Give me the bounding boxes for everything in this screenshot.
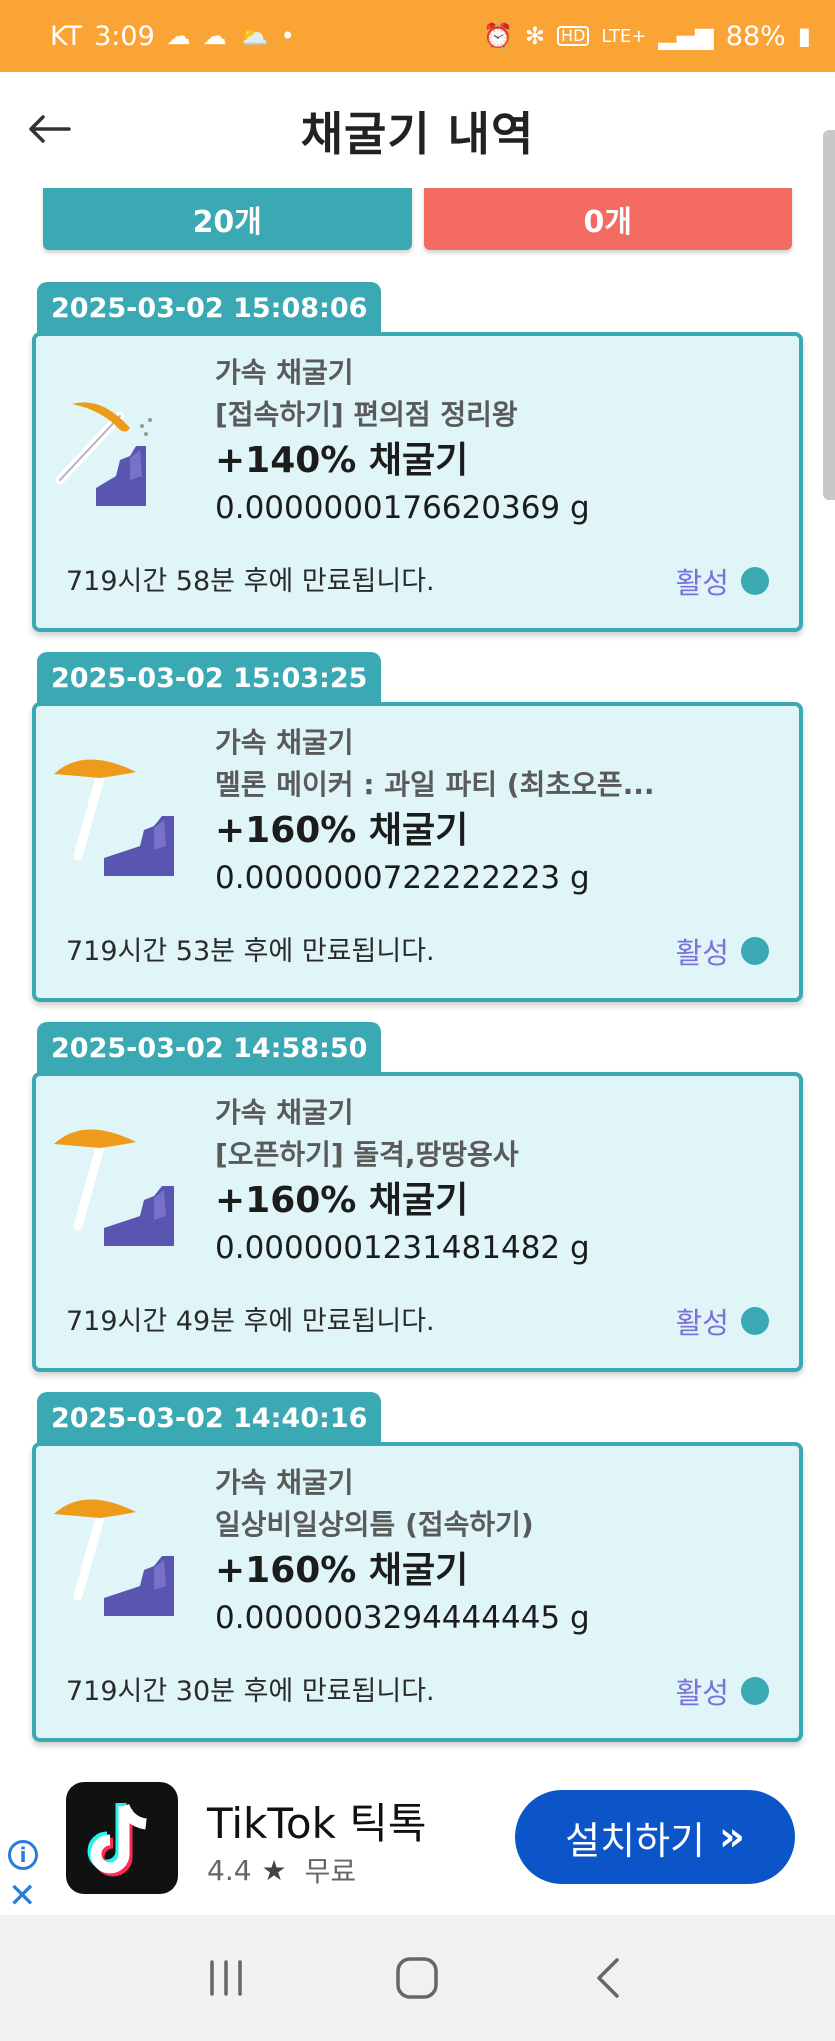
expire-text: 719시간 49분 후에 만료됩니다.	[66, 1306, 435, 1337]
card-body: 가속 채굴기 일상비일상의틈 (접속하기) +160% 채굴기 0.000000…	[32, 1442, 803, 1742]
expire-text: 719시간 58분 후에 만료됩니다.	[66, 566, 435, 597]
ad-price: 무료	[304, 1855, 357, 1888]
ad-app-name: TikTok 틱톡	[207, 1799, 427, 1848]
home-button[interactable]	[382, 1943, 452, 2013]
tab-expired-count[interactable]: 0개	[423, 188, 792, 250]
star-icon: ★	[261, 1853, 287, 1887]
battery-icon: ▮	[797, 22, 811, 50]
miner-amount: 0.0000001231481482 g	[215, 1230, 590, 1266]
hd-icon: HD	[557, 26, 590, 46]
status-label: 활성	[675, 936, 729, 970]
miner-type: 가속 채굴기	[215, 1096, 354, 1129]
miner-source: [오픈하기] 돌격,땅땅용사	[215, 1138, 519, 1171]
status-indicator: 활성	[676, 1670, 769, 1712]
pickaxe-mining-icon	[54, 759, 174, 876]
tiktok-logo	[66, 1782, 178, 1894]
back-button[interactable]	[18, 98, 80, 160]
ad-rating-value: 4.4	[207, 1853, 252, 1887]
cloud-icon: ☁	[166, 22, 191, 50]
miner-type: 가속 채굴기	[215, 356, 354, 389]
miner-boost: +160% 채굴기	[215, 810, 469, 851]
miner-source: [접속하기] 편의점 정리왕	[215, 398, 518, 431]
signal-icon: ▂▄▆	[658, 22, 714, 50]
pickaxe-mining-icon	[54, 1129, 174, 1246]
miner-boost: +160% 채굴기	[215, 1550, 469, 1591]
card-body: 가속 채굴기 멜론 메이커 : 과일 파티 (최초오픈... +160% 채굴기…	[32, 702, 803, 1002]
battery-label: 88%	[725, 20, 786, 52]
expire-text: 719시간 30분 후에 만료됩니다.	[66, 1676, 435, 1707]
card-body: 가속 채굴기 [접속하기] 편의점 정리왕 +140% 채굴기 0.000000…	[32, 332, 803, 632]
recent-apps-icon	[210, 1960, 242, 1996]
tab-active-count[interactable]: 20개	[43, 188, 412, 250]
status-indicator: 활성	[676, 560, 769, 602]
ad-close-icon[interactable]: ✕	[8, 1879, 37, 1913]
card-date: 2025-03-02 14:58:50	[37, 1022, 382, 1074]
status-dot-icon	[741, 937, 769, 965]
card-body: 가속 채굴기 [오픈하기] 돌격,땅땅용사 +160% 채굴기 0.000000…	[32, 1072, 803, 1372]
status-label: 활성	[675, 566, 729, 600]
miner-source: 멜론 메이커 : 과일 파티 (최초오픈...	[215, 768, 655, 801]
pickaxe-mining-icon	[55, 402, 152, 506]
page-title: 채굴기 내역	[300, 107, 535, 161]
tab-bar: 20개 0개	[43, 188, 792, 250]
status-dot-icon	[741, 1677, 769, 1705]
miner-type: 가속 채굴기	[215, 1466, 354, 1499]
back-nav-button[interactable]	[574, 1943, 644, 2013]
recent-apps-button[interactable]	[191, 1943, 261, 2013]
carrier-label: KT	[50, 20, 83, 52]
ad-banner[interactable]: i ✕ TikTok 틱톡 4.4 ★ 무료 설치하기 »	[0, 1760, 835, 1915]
miner-boost: +160% 채굴기	[215, 1180, 469, 1221]
back-arrow-icon	[29, 115, 71, 143]
status-bar: KT 3:09 ☁ ☁ ⛅ • ⏰ ✻ HD LTE+ ▂▄▆ 88% ▮	[0, 0, 835, 72]
alarm-icon: ⏰	[483, 22, 513, 50]
dot-icon: •	[280, 22, 295, 50]
status-indicator: 활성	[676, 1300, 769, 1342]
expire-text: 719시간 53분 후에 만료됩니다.	[66, 936, 435, 967]
ad-info-icon[interactable]: i	[8, 1840, 38, 1870]
time-label: 3:09	[94, 20, 155, 52]
status-label: 활성	[675, 1676, 729, 1710]
status-dot-icon	[741, 567, 769, 595]
miner-source: 일상비일상의틈 (접속하기)	[215, 1508, 534, 1541]
miner-type: 가속 채굴기	[215, 726, 354, 759]
card-date: 2025-03-02 15:03:25	[37, 652, 382, 704]
pickaxe-mining-icon	[54, 1499, 174, 1616]
home-icon	[396, 1957, 439, 1999]
back-chevron-icon	[597, 1958, 619, 1998]
miner-amount: 0.0000003294444445 g	[215, 1600, 590, 1636]
cloud-icon: ☁	[202, 22, 227, 50]
ad-install-button[interactable]: 설치하기 »	[515, 1790, 795, 1884]
miner-amount: 0.0000000722222223 g	[215, 860, 590, 896]
system-nav-bar	[0, 1915, 835, 2041]
scrollbar[interactable]	[823, 130, 835, 500]
status-indicator: 활성	[676, 930, 769, 972]
ad-install-label: 설치하기	[565, 1818, 705, 1863]
card-date: 2025-03-02 15:08:06	[37, 282, 382, 334]
status-label: 활성	[675, 1306, 729, 1340]
weather-icon: ⛅	[238, 22, 269, 50]
card-date: 2025-03-02 14:40:16	[37, 1392, 382, 1444]
status-dot-icon	[741, 1307, 769, 1335]
network-label: LTE+	[601, 25, 647, 47]
miner-amount: 0.0000000176620369 g	[215, 490, 590, 526]
header: 채굴기 내역	[0, 72, 835, 190]
miner-boost: +140% 채굴기	[215, 440, 469, 481]
double-chevron-right-icon: »	[719, 1814, 745, 1860]
ad-rating: 4.4 ★ 무료	[207, 1850, 356, 1890]
bluetooth-icon: ✻	[524, 22, 546, 50]
